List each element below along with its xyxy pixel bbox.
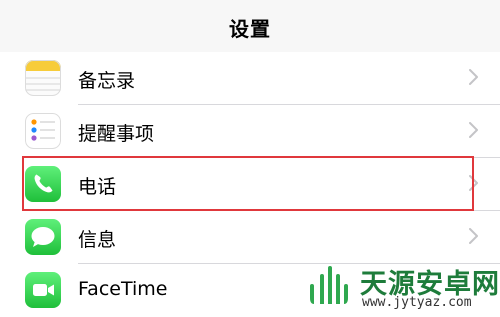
chevron-right-icon (469, 122, 478, 138)
messages-icon (25, 219, 61, 255)
watermark: 天源安卓网 www.jytyaz.com (300, 256, 500, 317)
row-label: 提醒事项 (78, 123, 155, 145)
settings-row-reminders[interactable]: 提醒事项 (0, 105, 500, 158)
settings-row-notes[interactable]: 备忘录 (0, 52, 500, 105)
watermark-url: www.jytyaz.com (362, 295, 472, 310)
page-title: 设置 (229, 17, 271, 41)
row-label: FaceTime (78, 278, 168, 300)
row-label: 备忘录 (78, 70, 136, 92)
facetime-icon (25, 272, 61, 308)
android-logo-icon (310, 266, 348, 304)
chevron-right-icon (469, 228, 478, 244)
row-label: 信息 (78, 229, 117, 251)
chevron-right-icon (469, 69, 478, 85)
notes-icon (25, 60, 61, 96)
highlight-box (22, 156, 474, 211)
reminders-icon (25, 113, 61, 149)
navigation-bar: 设置 (0, 0, 500, 53)
